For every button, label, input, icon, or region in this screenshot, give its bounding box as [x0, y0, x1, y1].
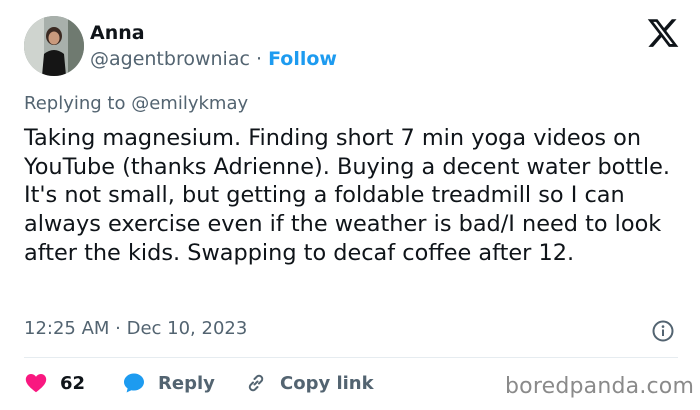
reply-button[interactable]: Reply — [122, 371, 215, 395]
divider — [24, 357, 678, 358]
info-icon[interactable] — [651, 319, 675, 343]
follow-button[interactable]: Follow — [268, 48, 337, 70]
handle-separator: · — [255, 48, 263, 70]
like-button[interactable]: 62 — [24, 371, 85, 395]
copy-link-button[interactable]: Copy link — [244, 371, 374, 395]
copy-link-label: Copy link — [280, 372, 374, 394]
x-logo-icon[interactable] — [646, 16, 680, 50]
tweet-text: Taking magnesium. Finding short 7 min yo… — [24, 125, 671, 266]
tweet-timestamp[interactable]: 12:25 AM · Dec 10, 2023 — [24, 318, 247, 339]
author-name[interactable]: Anna — [90, 22, 145, 44]
reply-mention[interactable]: @emilykmay — [131, 93, 248, 114]
speech-bubble-icon — [124, 373, 144, 393]
link-icon — [248, 374, 264, 392]
watermark: boredpanda.com — [505, 374, 695, 399]
heart-icon — [25, 374, 47, 393]
reply-label: Reply — [158, 372, 215, 394]
like-count: 62 — [60, 372, 86, 394]
reply-prefix: Replying to — [24, 93, 126, 114]
author-handle[interactable]: @agentbrowniac — [90, 48, 250, 70]
avatar-photo — [24, 16, 84, 76]
author-handle-row: @agentbrowniac · Follow — [90, 48, 337, 70]
reply-context: Replying to @emilykmay — [24, 93, 248, 114]
author-avatar[interactable] — [24, 16, 84, 76]
